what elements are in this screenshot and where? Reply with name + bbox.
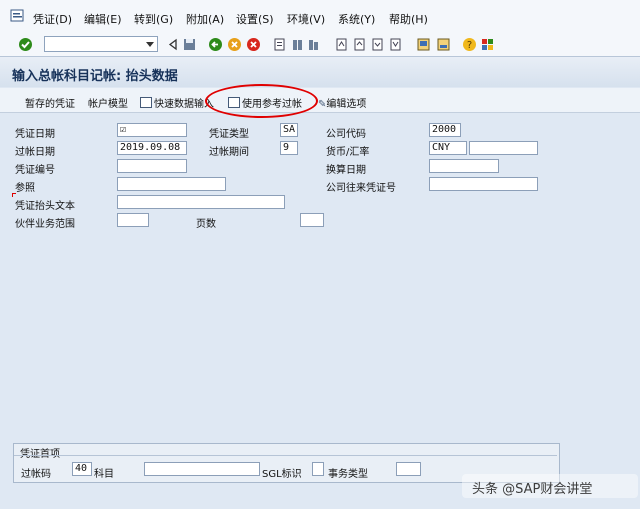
transaction-type-field[interactable] — [396, 462, 421, 476]
group-title: 凭证首项 — [20, 445, 60, 460]
header-text-label: 凭证抬头文本 — [15, 201, 75, 212]
account-label: 科目 — [94, 469, 114, 480]
parked-document-button[interactable]: 暂存的凭证 — [25, 95, 75, 110]
account-model-button[interactable]: 帐户模型 — [88, 95, 128, 110]
doc-date-label: 凭证日期 — [15, 129, 55, 140]
application-toolbar: 暂存的凭证 帐户模型 快速数据输入 使用参考过帐 ✎编辑选项 — [0, 88, 640, 113]
doc-number-label: 凭证编号 — [15, 165, 55, 176]
print-icon[interactable] — [272, 37, 287, 52]
translation-date-field[interactable] — [429, 159, 499, 173]
page-label: 页数 — [196, 219, 216, 230]
watermark: 头条 @SAP财会讲堂 — [472, 482, 593, 497]
cross-company-label: 公司往来凭证号 — [326, 183, 396, 194]
new-session-icon[interactable] — [416, 37, 431, 52]
transaction-type-label: 事务类型 — [328, 469, 368, 480]
menu-bar: 凭证(D) 编辑(E) 转到(G) 附加(A) 设置(S) 环境(V) 系统(Y… — [0, 0, 640, 35]
trading-partner-label: 伙伴业务范围 — [15, 219, 75, 230]
standard-toolbar: ? — [0, 34, 640, 57]
menu-edit[interactable]: 编辑(E) — [84, 11, 122, 27]
help-icon[interactable]: ? — [462, 37, 477, 52]
enter-icon[interactable] — [18, 37, 33, 52]
next-page-icon[interactable] — [370, 37, 385, 52]
title-bar: 输入总帐科目记帐: 抬头数据 — [0, 57, 640, 87]
posting-key-label: 过帐码 — [21, 469, 51, 480]
trading-partner-field[interactable] — [117, 213, 149, 227]
back-icon[interactable] — [208, 37, 223, 52]
posting-date-field[interactable]: 2019.09.08 — [117, 141, 187, 155]
page-title: 输入总帐科目记帐: 抬头数据 — [12, 69, 178, 84]
menu-environment[interactable]: 环境(V) — [287, 11, 325, 27]
period-field[interactable]: 9 — [280, 141, 298, 155]
chevron-down-icon[interactable] — [146, 42, 154, 47]
find-icon[interactable] — [290, 37, 305, 52]
reference-field[interactable] — [117, 177, 226, 191]
doc-number-field[interactable] — [117, 159, 187, 173]
menu-goto[interactable]: 转到(G) — [134, 11, 173, 27]
shortcut-icon[interactable] — [436, 37, 451, 52]
period-label: 过帐期间 — [209, 147, 249, 158]
exit-icon[interactable] — [227, 37, 242, 52]
page-field[interactable] — [300, 213, 324, 227]
company-code-label: 公司代码 — [326, 129, 366, 140]
cancel-icon[interactable] — [246, 37, 261, 52]
reference-label: 参照 — [15, 183, 35, 194]
back-arrow-icon[interactable] — [166, 37, 181, 52]
doc-type-field[interactable]: SA — [280, 123, 298, 137]
group-divider — [14, 455, 557, 456]
sgl-indicator-label: SGL标识 — [262, 469, 302, 480]
cross-company-field[interactable] — [429, 177, 538, 191]
find-next-icon[interactable] — [306, 37, 321, 52]
editing-options-label: 编辑选项 — [326, 99, 367, 110]
currency-field[interactable]: CNY — [429, 141, 467, 155]
last-page-icon[interactable] — [388, 37, 403, 52]
sgl-indicator-field[interactable] — [312, 462, 324, 476]
menu-system[interactable]: 系统(Y) — [338, 11, 375, 27]
doc-type-label: 凭证类型 — [209, 129, 249, 140]
sap-menu-icon[interactable] — [10, 9, 26, 23]
currency-label: 货币/汇率 — [326, 147, 370, 158]
posting-key-field[interactable]: 40 — [72, 462, 92, 476]
save-icon[interactable] — [182, 37, 197, 52]
fast-entry-button[interactable]: 快速数据输入 — [140, 95, 214, 110]
editing-options-button[interactable]: ✎编辑选项 — [318, 95, 366, 110]
menu-extras[interactable]: 附加(A) — [186, 11, 224, 27]
account-field[interactable] — [144, 462, 260, 476]
company-code-field[interactable]: 2000 — [429, 123, 461, 137]
menu-settings[interactable]: 设置(S) — [236, 11, 274, 27]
first-page-icon[interactable] — [334, 37, 349, 52]
exchange-rate-field[interactable] — [469, 141, 538, 155]
translation-date-label: 换算日期 — [326, 165, 366, 176]
menu-document[interactable]: 凭证(D) — [33, 11, 72, 27]
layout-icon[interactable] — [480, 37, 495, 52]
command-field[interactable] — [44, 36, 158, 52]
header-text-field[interactable] — [117, 195, 285, 209]
highlight-ellipse — [205, 84, 318, 118]
svg-text:?: ? — [467, 40, 472, 51]
doc-date-field[interactable]: ☑ — [117, 123, 187, 137]
menu-help[interactable]: 帮助(H) — [389, 11, 428, 27]
edit-icon — [140, 97, 152, 108]
prev-page-icon[interactable] — [352, 37, 367, 52]
posting-date-label: 过帐日期 — [15, 147, 55, 158]
